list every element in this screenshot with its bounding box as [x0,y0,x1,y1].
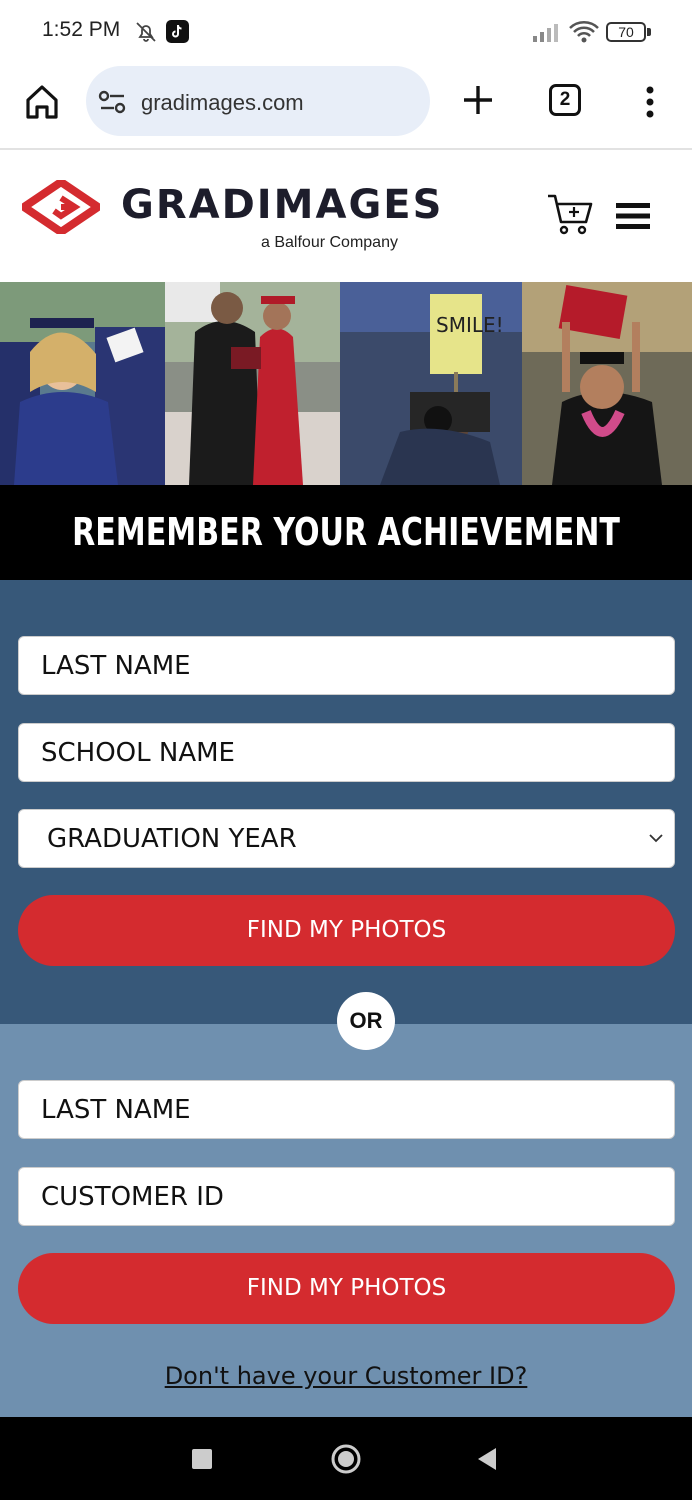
gradimages-logo-mark[interactable] [22,180,100,234]
svg-text:SMILE!: SMILE! [436,313,504,337]
hamburger-menu-icon[interactable] [616,202,650,230]
chevron-down-icon [649,834,663,843]
customer-id-help-link[interactable]: Don't have your Customer ID? [0,1362,692,1390]
signal-icon [533,24,558,42]
last-name-input[interactable]: LAST NAME [18,1080,675,1139]
customer-id-input[interactable]: CUSTOMER ID [18,1167,675,1226]
hero-photo-graduate-celebrating [0,282,165,485]
graduation-year-select[interactable]: GRADUATION YEAR [18,809,675,868]
wifi-icon [569,21,599,43]
site-header: GRADIMAGES a Balfour Company [0,152,692,282]
status-bar: 1:52 PM 70 [0,0,692,62]
or-divider-badge: OR [337,992,395,1050]
home-circle-icon[interactable] [330,1443,362,1475]
logo-wordmark[interactable]: GRADIMAGES [121,182,443,228]
last-name-placeholder: LAST NAME [41,1095,191,1125]
hero-photo-diploma-handoff [165,282,340,485]
banner-title: REMEMBER YOUR ACHIEVEMENT [72,510,620,554]
system-nav-bar [0,1417,692,1500]
url-text[interactable]: gradimages.com [141,90,304,116]
logo-tagline: a Balfour Company [261,234,398,251]
school-name-input[interactable]: SCHOOL NAME [18,723,675,782]
search-by-customer-id-form: LAST NAME CUSTOMER ID FIND MY PHOTOS [0,1024,692,1417]
recents-icon[interactable] [192,1449,212,1469]
find-my-photos-button[interactable]: FIND MY PHOTOS [18,1253,675,1324]
site-settings-icon[interactable] [98,88,128,116]
browser-toolbar: gradimages.com 2 [0,62,692,150]
battery-icon: 70 [606,20,652,44]
hero-photo-camera-operator: SMILE! [340,282,522,485]
search-by-school-form: LAST NAME SCHOOL NAME GRADUATION YEAR FI… [0,580,692,1024]
tab-switcher-button[interactable]: 2 [549,84,581,116]
last-name-input[interactable]: LAST NAME [18,636,675,695]
tiktok-icon [166,20,189,43]
school-name-placeholder: SCHOOL NAME [41,738,235,768]
cart-icon[interactable] [546,192,594,236]
address-bar[interactable]: gradimages.com [86,66,430,136]
customer-id-placeholder: CUSTOMER ID [41,1182,224,1212]
last-name-placeholder: LAST NAME [41,651,191,681]
hero-photo-diploma-raised [522,282,692,485]
battery-level: 70 [606,22,646,42]
hero-banner: REMEMBER YOUR ACHIEVEMENT [0,485,692,580]
status-time: 1:52 PM [42,18,121,41]
home-icon[interactable] [20,80,64,124]
back-icon[interactable] [476,1446,498,1472]
more-vert-icon[interactable] [636,82,664,122]
bell-off-icon [136,22,156,42]
hero-collage: SMILE! [0,282,692,485]
graduation-year-placeholder: GRADUATION YEAR [47,824,297,854]
find-my-photos-button[interactable]: FIND MY PHOTOS [18,895,675,966]
plus-icon[interactable] [460,82,496,118]
